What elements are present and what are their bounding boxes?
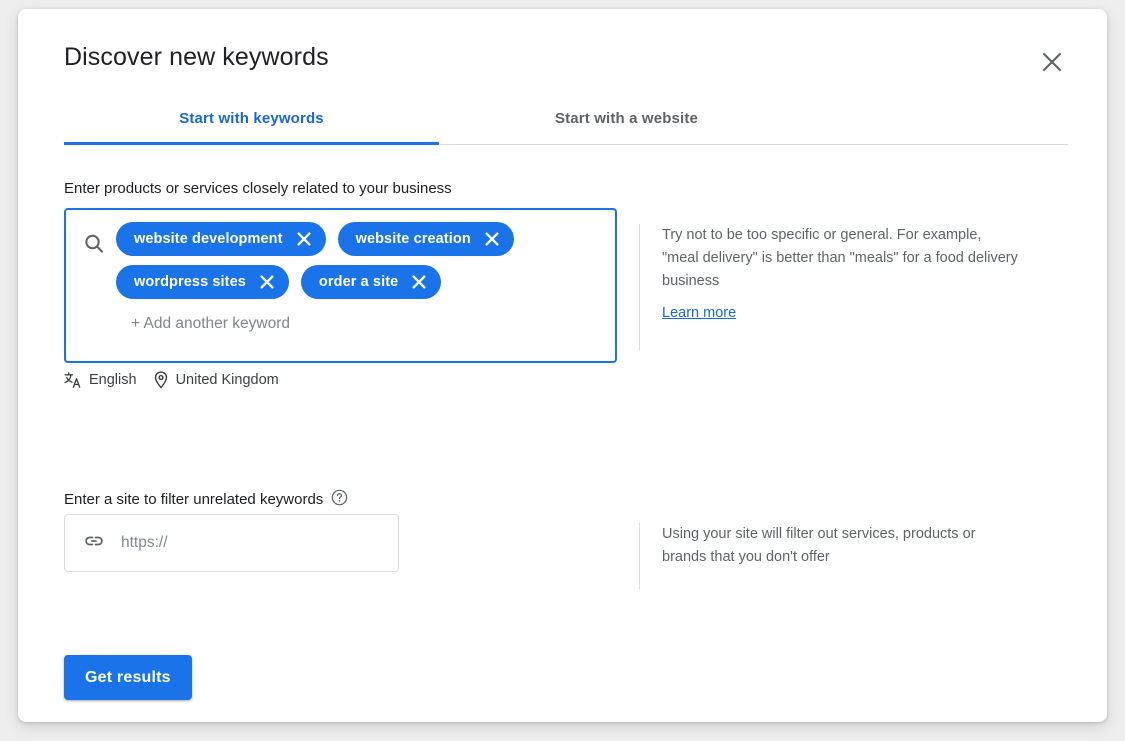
active-tab-indicator [64,142,439,145]
link-icon [83,530,105,557]
keyword-chip[interactable]: website development [116,222,326,256]
page-title: Discover new keywords [64,43,329,71]
tab-label: Start with keywords [179,109,324,127]
language-selector[interactable]: English [64,371,147,389]
close-icon[interactable] [482,229,502,249]
get-results-button[interactable]: Get results [64,655,192,700]
keyword-chip[interactable]: order a site [300,265,442,299]
keywords-hint: Try not to be too specific or general. F… [639,224,1018,350]
keywords-meta-row: English United Kingdom [64,371,289,389]
keyword-chip-list: website development website creation wor… [116,222,607,299]
keyword-chip-label: website creation [355,231,471,247]
keyword-chip[interactable]: wordpress sites [116,265,289,299]
close-dialog-button[interactable] [1035,45,1069,79]
location-value: United Kingdom [175,372,279,388]
add-another-keyword-input[interactable]: + Add another keyword [131,315,290,333]
close-icon[interactable] [294,229,314,249]
site-hint-text: Using your site will filter out services… [662,526,976,565]
keywords-input[interactable]: website development website creation wor… [64,208,617,363]
site-filter-placeholder: https:// [121,534,168,551]
location-pin-icon [153,371,169,389]
keyword-chip-label: order a site [318,274,399,290]
site-section-label-text: Enter a site to filter unrelated keyword… [64,491,324,508]
keywords-hint-text: Try not to be too specific or general. F… [662,227,1018,289]
close-icon[interactable] [257,272,277,292]
keyword-chip[interactable]: website creation [337,222,514,256]
close-icon [1041,51,1063,73]
tab-label: Start with a website [554,109,699,127]
learn-more-link[interactable]: Learn more [662,305,736,321]
help-circle-icon[interactable] [331,489,348,510]
keyword-chip-label: website development [134,231,283,247]
site-hint: Using your site will filter out services… [639,523,1018,589]
tab-start-with-a-website[interactable]: Start with a website [439,91,814,145]
dialog-tabs: Start with keywords Start with a website [64,91,1068,145]
location-selector[interactable]: United Kingdom [153,371,289,389]
discover-keywords-dialog: Discover new keywords Start with keyword… [18,9,1107,722]
tab-start-with-keywords[interactable]: Start with keywords [64,91,439,145]
site-section-label: Enter a site to filter unrelated keyword… [64,489,348,510]
close-icon[interactable] [409,272,429,292]
translate-icon [64,371,82,389]
keywords-section-label: Enter products or services closely relat… [64,180,452,197]
keyword-chip-label: wordpress sites [134,274,246,290]
language-value: English [89,372,137,388]
search-icon [82,232,106,256]
site-filter-input[interactable]: https:// [64,514,399,572]
